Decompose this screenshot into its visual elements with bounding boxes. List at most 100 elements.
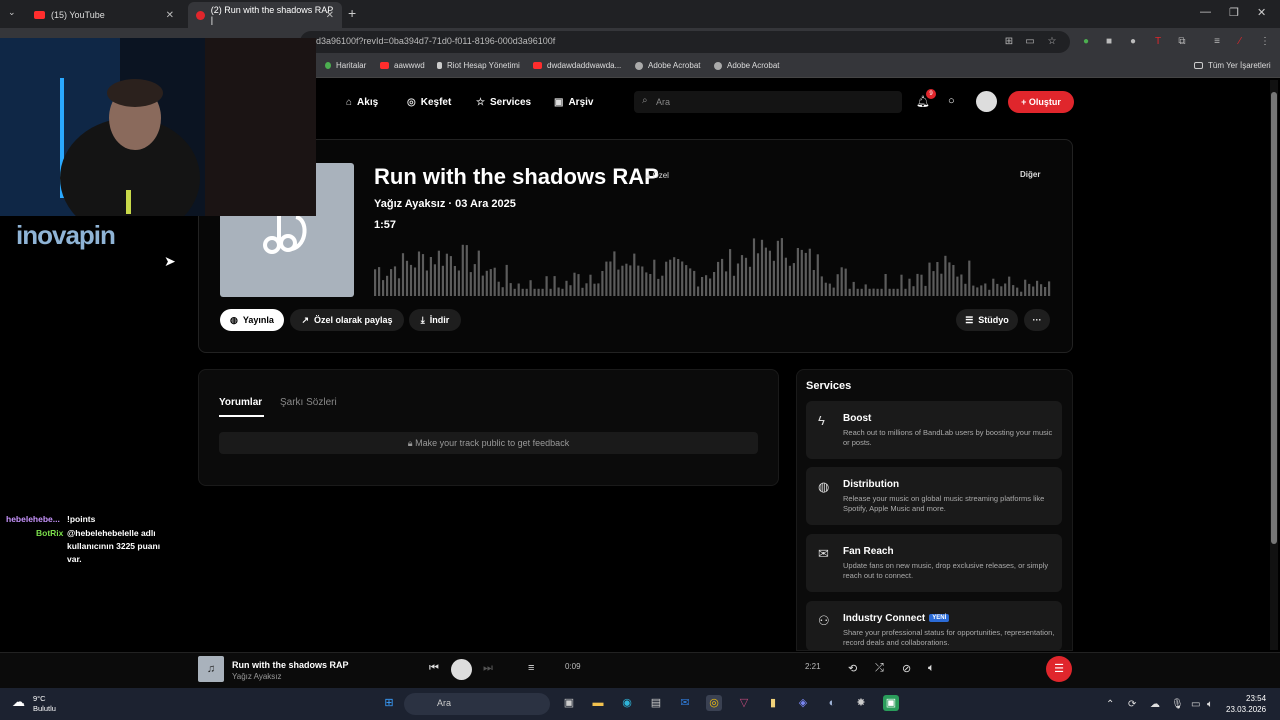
bookmark-item[interactable]: dwdawdaddwawda...	[533, 61, 621, 70]
network-icon[interactable]: ▭	[1191, 699, 1200, 710]
studio-button[interactable]: ☰ Stüdyo	[956, 309, 1018, 331]
waveform-bar	[828, 283, 831, 296]
app-icon[interactable]: ✸	[853, 695, 869, 711]
waveform-bar	[717, 261, 720, 296]
url-field[interactable]: d3a96100f?revId=0ba394d7-71d0-f011-8196-…	[300, 31, 1070, 53]
app-icon[interactable]: ▽	[736, 695, 752, 711]
nav-feed[interactable]: ⌂ Akış	[346, 97, 378, 108]
chat-bubble-icon[interactable]: ○	[948, 95, 955, 107]
windows-start-icon[interactable]: ⊞	[381, 695, 397, 711]
all-bookmarks[interactable]: Tüm Yer İşaretleri	[1194, 61, 1271, 70]
onedrive-icon[interactable]: ☁	[1150, 699, 1160, 710]
waveform-bar	[493, 267, 496, 296]
service-industry-connect[interactable]: ⚇ Industry Connect YENİ Share your profes…	[806, 601, 1062, 651]
extension-icon[interactable]: T	[1152, 36, 1164, 48]
tray-app-icon[interactable]: ⟳	[1128, 699, 1136, 710]
queue-button[interactable]: ☰	[1046, 656, 1072, 682]
playlist-icon[interactable]: ≡	[528, 662, 534, 674]
nav-services[interactable]: ☆ Services	[476, 97, 531, 108]
service-distribution[interactable]: ◍ Distribution Release your music on glo…	[806, 467, 1062, 525]
speaker-icon[interactable]: 🔈︎	[1207, 699, 1213, 710]
browser-tab-youtube[interactable]: (15) YouTube ✕	[26, 2, 182, 28]
tab-list-chevron-icon[interactable]: ⌄	[8, 7, 16, 18]
nav-label: Keşfet	[420, 97, 452, 108]
previous-icon[interactable]: ⏮︎	[429, 662, 439, 675]
close-tab-icon[interactable]: ✕	[326, 10, 334, 21]
steam-icon[interactable]: ◐	[824, 695, 840, 711]
mute-icon[interactable]: ⊘	[902, 662, 911, 675]
bookmark-item[interactable]: Adobe Acrobat	[635, 61, 700, 70]
nav-archive[interactable]: ▣ Arşiv	[554, 97, 593, 108]
browser-tab-bandlab[interactable]: (2) Run with the shadows RAP | ✕	[188, 2, 342, 28]
bookmark-item[interactable]: Riot Hesap Yönetimi	[437, 61, 520, 70]
more-options-button[interactable]: ···	[1024, 309, 1050, 331]
create-button[interactable]: + Oluştur	[1008, 91, 1074, 113]
share-private-button[interactable]: ↗ Özel olarak paylaş	[290, 309, 404, 331]
file-explorer-icon[interactable]: ▬	[590, 695, 606, 711]
waveform-bar	[860, 288, 863, 296]
bookmark-item[interactable]: Adobe Acrobat	[714, 61, 779, 70]
taskbar-clock[interactable]: 23:54 23.03.2026	[1226, 693, 1266, 715]
microphone-icon[interactable]: 🎙︎	[1171, 699, 1184, 710]
app-icon[interactable]: ▮	[765, 695, 781, 711]
store-icon[interactable]: ▤	[648, 695, 664, 711]
cast-icon[interactable]: ▭	[1024, 36, 1036, 48]
minimize-icon[interactable]: —	[1200, 6, 1211, 18]
reading-list-icon[interactable]: ≡	[1211, 36, 1223, 48]
avatar[interactable]	[976, 91, 997, 112]
scrollbar-thumb[interactable]	[1271, 92, 1277, 544]
restore-icon[interactable]: ❐	[1229, 6, 1239, 19]
clock-time: 23:54	[1246, 694, 1267, 703]
tab-comments[interactable]: Yorumlar	[219, 397, 262, 408]
music-note-icon[interactable]: ♫	[198, 656, 224, 682]
chrome-icon[interactable]: ◎	[706, 695, 722, 711]
app-icon[interactable]: ▣	[883, 695, 899, 711]
tray-chevron-icon[interactable]: ⌃	[1106, 699, 1114, 710]
extension-icon[interactable]: ●	[1080, 36, 1092, 48]
player-artist[interactable]: Yağız Ayaksız	[232, 672, 282, 681]
search-input[interactable]: ⌕ Ara	[634, 91, 902, 113]
close-tab-icon[interactable]: ✕	[166, 10, 174, 21]
waveform-bar	[533, 288, 536, 296]
task-view-icon[interactable]: ▣	[561, 695, 577, 711]
bookmark-item[interactable]: Haritalar	[325, 61, 366, 70]
next-icon[interactable]: ⏭︎	[483, 662, 493, 675]
waveform-bar	[557, 287, 560, 296]
edge-icon[interactable]: ◉	[619, 695, 635, 711]
extension-icon[interactable]: ■	[1103, 36, 1115, 48]
track-artist-date[interactable]: Yağız Ayaksız · 03 Ara 2025	[374, 198, 516, 210]
extension-icon[interactable]: ●	[1127, 36, 1139, 48]
other-button[interactable]: Diğer	[1020, 170, 1040, 179]
shuffle-icon[interactable]: ⤮	[875, 662, 884, 675]
profile-icon[interactable]: ⁄	[1234, 36, 1246, 48]
waveform[interactable]	[374, 236, 1052, 296]
service-boost[interactable]: ϟ Boost Reach out to millions of BandLab…	[806, 401, 1062, 459]
tab-lyrics[interactable]: Şarkı Sözleri	[280, 397, 337, 408]
play-button[interactable]	[451, 659, 472, 680]
weather-widget[interactable]: 9°C Bulutlu	[33, 694, 56, 714]
extensions-puzzle-icon[interactable]: ⧉	[1176, 36, 1188, 48]
download-button[interactable]: ⤓ İndir	[409, 309, 461, 331]
nav-label: Akış	[357, 97, 379, 108]
service-fan-reach[interactable]: ✉ Fan Reach Update fans on new music, dr…	[806, 534, 1062, 592]
nav-explore[interactable]: ◎ Keşfet	[407, 97, 451, 108]
waveform-bar	[932, 271, 935, 296]
discord-icon[interactable]: ◈	[795, 695, 811, 711]
bookmark-item[interactable]: aawwwd	[380, 61, 425, 70]
service-desc: Update fans on new music, drop exclusive…	[843, 561, 1049, 580]
cloud-icon[interactable]: ☁	[12, 694, 25, 710]
service-name: Fan Reach	[843, 546, 894, 557]
bookmark-star-icon[interactable]: ☆	[1046, 36, 1058, 48]
waveform-bar	[405, 260, 409, 296]
player-track-title[interactable]: Run with the shadows RAP	[232, 660, 349, 670]
volume-icon[interactable]: 🔈︎	[928, 662, 935, 675]
translate-icon[interactable]: ⊞	[1003, 36, 1015, 48]
repeat-icon[interactable]: ⟲	[848, 662, 857, 675]
close-window-icon[interactable]: ✕	[1257, 6, 1266, 19]
notification-badge: 9	[926, 89, 936, 99]
new-tab-icon[interactable]: +	[348, 5, 356, 21]
taskbar-search[interactable]: Ara	[404, 693, 550, 715]
browser-menu-icon[interactable]: ⋮	[1259, 36, 1271, 48]
mail-icon[interactable]: ✉	[677, 695, 693, 711]
publish-button[interactable]: ◍ Yayınla	[220, 309, 284, 331]
